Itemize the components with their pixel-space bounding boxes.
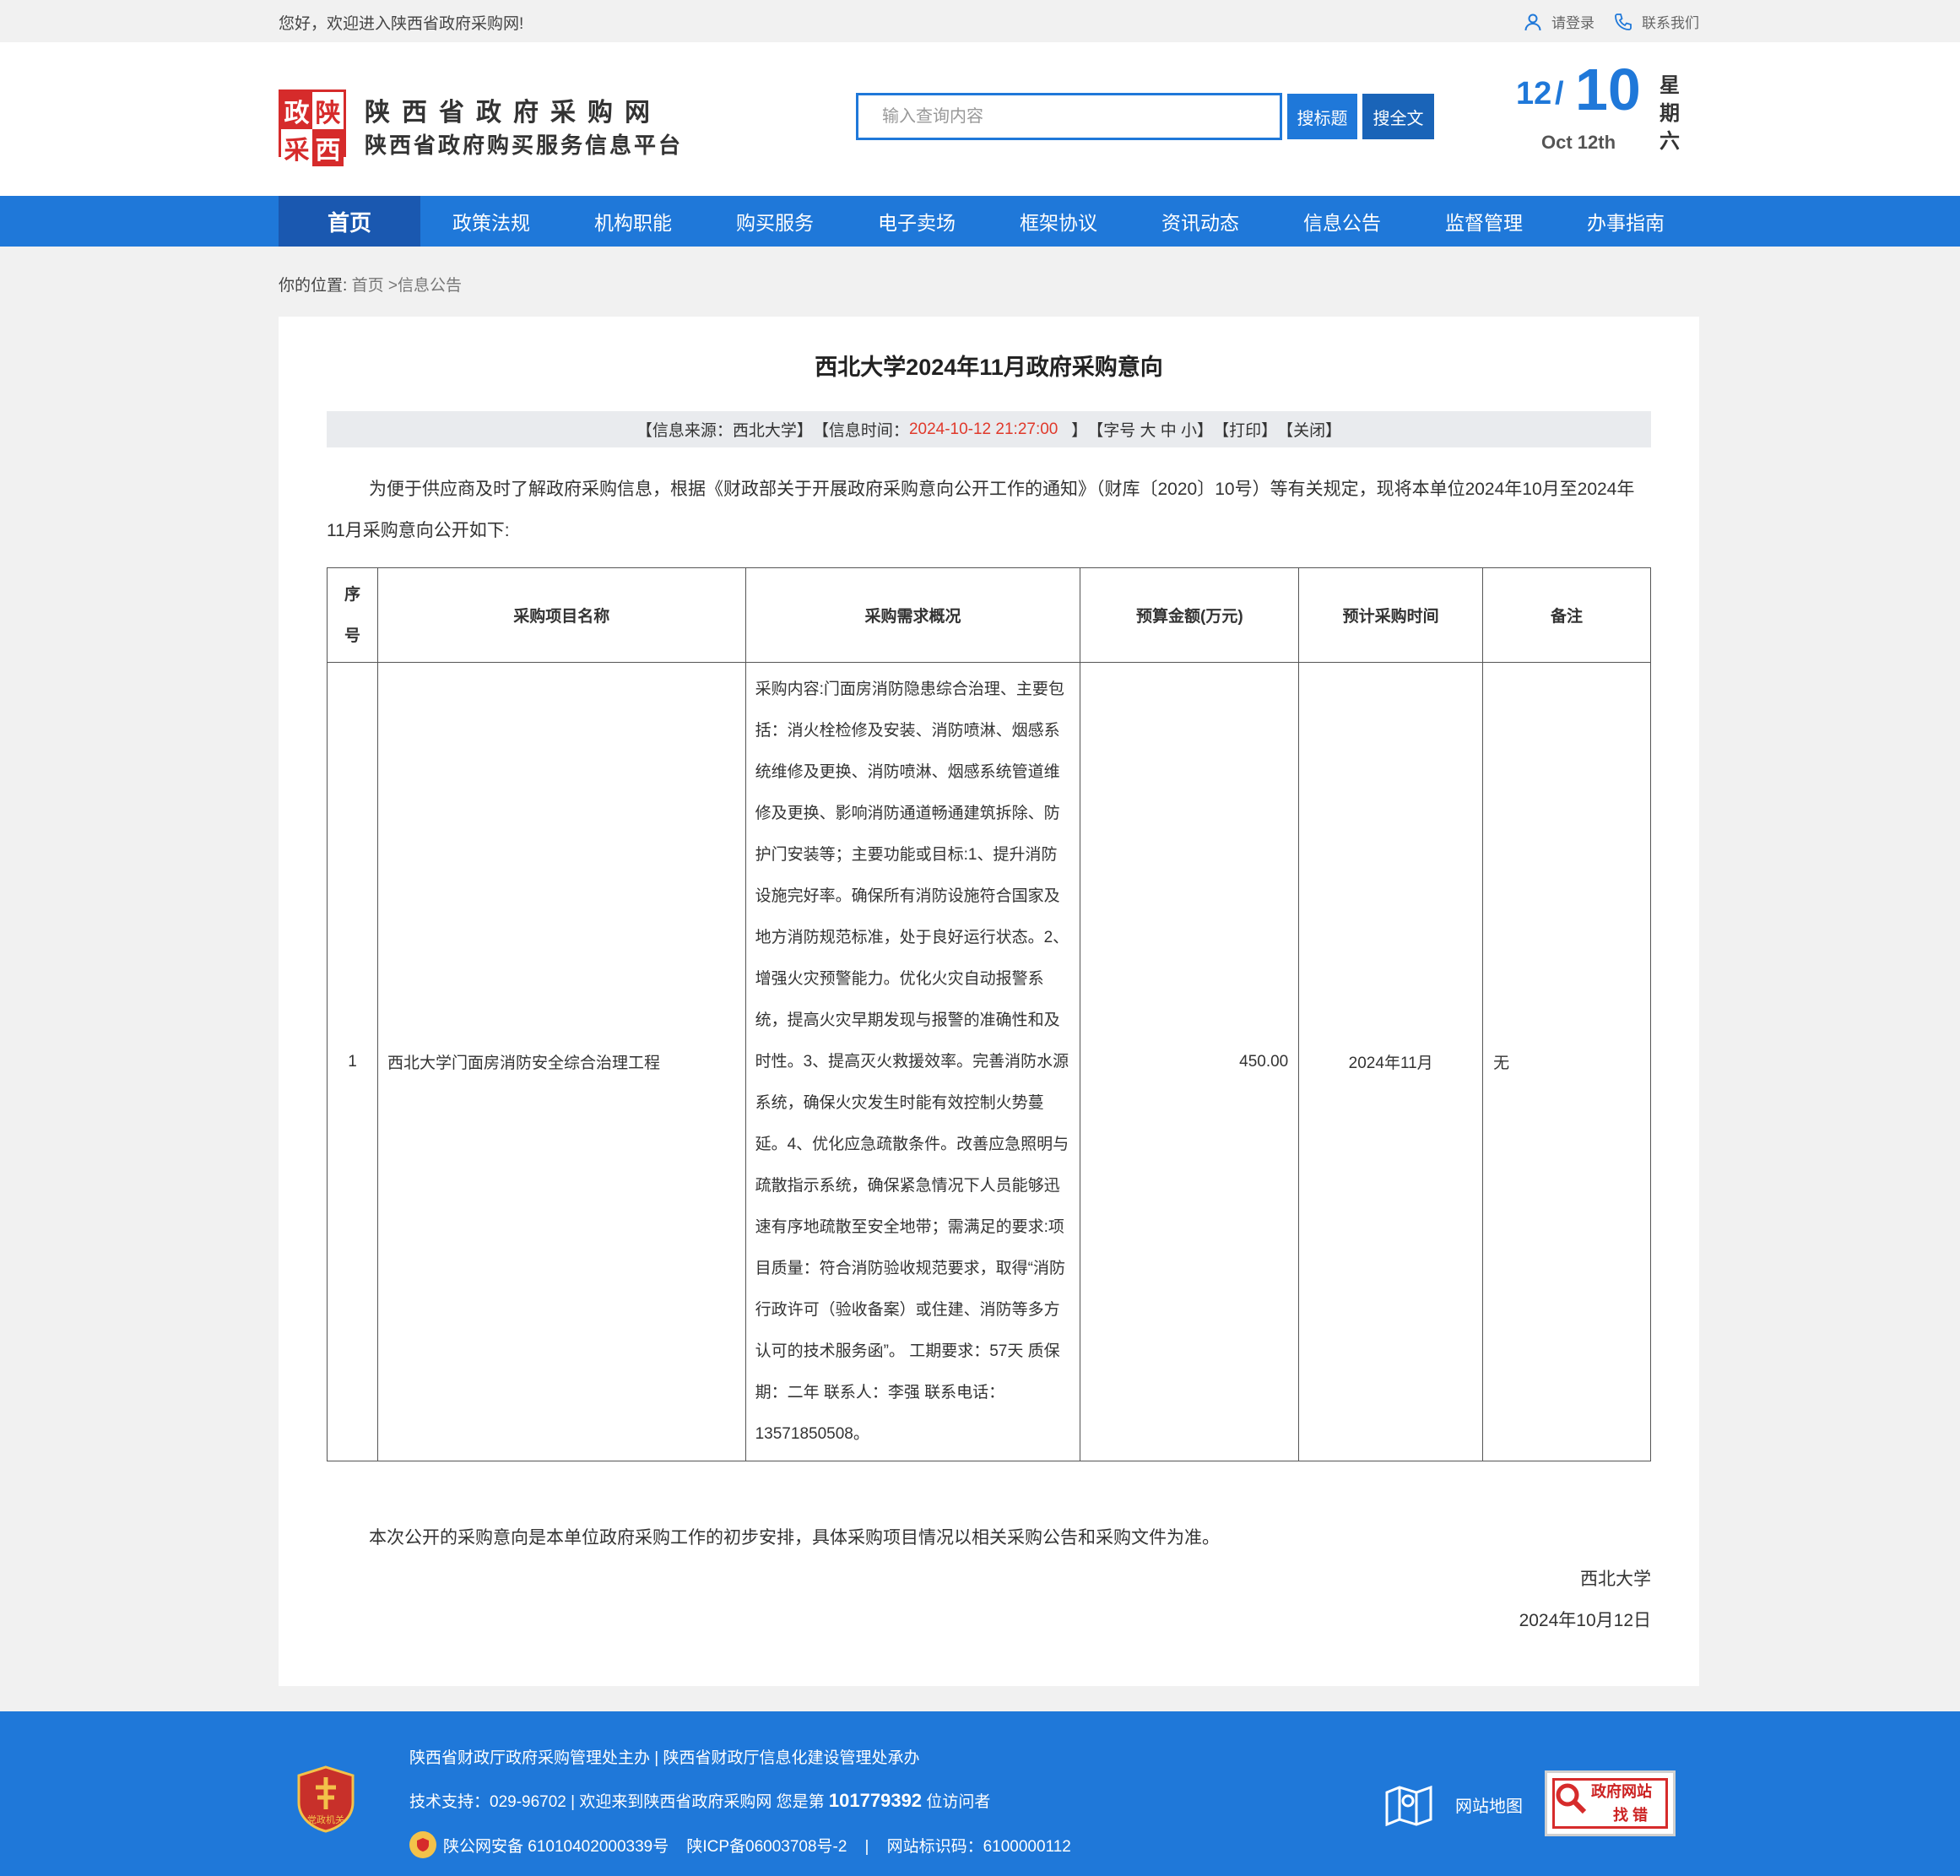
sitemap-icon[interactable]: [1384, 1782, 1433, 1826]
col-header-time: 预计采购时间: [1298, 567, 1484, 663]
weekday-char: 星: [1660, 74, 1680, 97]
magnifier-icon: [1556, 1783, 1587, 1814]
weekday-char: 六: [1660, 130, 1680, 153]
nav-item-framework[interactable]: 框架协议: [988, 196, 1129, 247]
article-info-bar: 【信息来源：西北大学】 【信息时间： 2024-10-12 21:27:00 】 …: [327, 411, 1651, 447]
contact-label: 联系我们: [1642, 15, 1699, 31]
sitemap-link[interactable]: 网站地图: [1455, 1792, 1523, 1817]
logo-char: 采: [281, 129, 312, 166]
table-row: 1 西北大学门面房消防安全综合治理工程 采购内容:门面房消防隐患综合治理、主要包…: [327, 662, 1651, 1461]
cell-desc: 采购内容:门面房消防隐患综合治理、主要包括：消火栓检修及安装、消防喷淋、烟感系统…: [744, 662, 1081, 1461]
article-sign-date: 2024年10月12日: [1519, 1611, 1651, 1630]
breadcrumb: 你的位置: 首页 >信息公告: [279, 273, 462, 295]
site-subtitle: 陕西省政府购买服务信息平台: [365, 133, 684, 158]
nav-item-home[interactable]: 首页: [279, 196, 420, 247]
info-time-value: 2024-10-12 21:27:00: [908, 420, 1059, 438]
table-header-row: 序号 采购项目名称 采购需求概况 预算金额(万元) 预计采购时间 备注: [327, 567, 1651, 663]
article-signer: 西北大学: [1580, 1570, 1651, 1589]
logo-char: 政: [281, 92, 312, 129]
date-month: 12: [1516, 76, 1552, 111]
visitor-count: 101779392: [828, 1790, 923, 1811]
col-header-budget: 预算金额(万元): [1080, 567, 1300, 663]
welcome-text: 您好，欢迎进入陕西省政府采购网!: [279, 15, 524, 33]
cell-time: 2024年11月: [1298, 662, 1484, 1461]
logo-char: 陕: [312, 92, 344, 129]
nav-item-agency[interactable]: 机构职能: [562, 196, 704, 247]
procurement-table: 序号 采购项目名称 采购需求概况 预算金额(万元) 预计采购时间 备注 1 西北…: [327, 567, 1651, 1461]
nav-item-purchase-service[interactable]: 购买服务: [704, 196, 846, 247]
col-header-note: 备注: [1482, 567, 1651, 663]
search-title-button[interactable]: 搜标题: [1287, 94, 1357, 139]
footer-record: 陕公网安备 61010402000339号 陕ICP备06003708号-2 |…: [409, 1831, 1071, 1858]
article-intro: 为便于供应商及时了解政府采购信息，根据《财政部关于开展政府采购意向公开工作的通知…: [327, 480, 1635, 540]
search-fulltext-button[interactable]: 搜全文: [1362, 94, 1434, 139]
article-title: 西北大学2024年11月政府采购意向: [815, 355, 1163, 380]
date-slash: /: [1555, 76, 1564, 111]
footer: 党政机关 陕西省财政厅政府采购管理处主办 | 陕西省财政厅信息化建设管理处承办 …: [0, 1711, 1960, 1876]
site-name: 陕西省政府采购网: [365, 99, 662, 127]
party-government-badge-icon[interactable]: 党政机关: [295, 1765, 356, 1833]
date-english: Oct 12th: [1541, 132, 1616, 153]
date-weekday: 星 期 六: [1659, 72, 1681, 155]
nav-item-guide[interactable]: 办事指南: [1555, 196, 1697, 247]
login-label: 请登录: [1551, 15, 1595, 31]
breadcrumb-home-link[interactable]: 首页: [352, 277, 384, 295]
footer-organizer: 陕西省财政厅政府采购管理处主办 | 陕西省财政厅信息化建设管理处承办: [409, 1749, 920, 1767]
badge-text: 党政机关: [307, 1814, 344, 1825]
footer-support-suffix: 位访问者: [922, 1793, 991, 1811]
site-logo[interactable]: 政 陕 采 西: [279, 89, 346, 166]
date-day: 10: [1575, 57, 1641, 122]
nav-item-announcements[interactable]: 信息公告: [1271, 196, 1413, 247]
nav-item-e-mall[interactable]: 电子卖场: [846, 196, 988, 247]
footer-record-text[interactable]: 陕公网安备 61010402000339号 陕ICP备06003708号-2 |…: [443, 1834, 1071, 1857]
main-nav: 首页 政策法规 机构职能 购买服务 电子卖场 框架协议 资讯动态 信息公告 监督…: [0, 196, 1960, 247]
nav-item-supervision[interactable]: 监督管理: [1413, 196, 1555, 247]
error-report-title: 政府网站: [1591, 1783, 1652, 1800]
footer-support: 技术支持：029-96702 | 欢迎来到陕西省政府采购网 您是第 101779…: [409, 1789, 990, 1812]
cell-name: 西北大学门面房消防安全综合治理工程: [376, 662, 746, 1461]
search-input[interactable]: [856, 93, 1282, 140]
top-bar: 您好，欢迎进入陕西省政府采购网! 请登录 联系我们: [0, 0, 1960, 42]
print-button[interactable]: 【打印】: [1213, 418, 1277, 441]
weekday-char: 期: [1660, 102, 1680, 125]
article-panel: 西北大学2024年11月政府采购意向 【信息来源：西北大学】 【信息时间： 202…: [279, 317, 1699, 1686]
error-report-subtitle: 找 错: [1613, 1807, 1649, 1824]
col-header-seq: 序号: [327, 567, 378, 663]
top-links: 请登录 联系我们: [1523, 11, 1699, 32]
phone-icon: [1615, 13, 1632, 30]
nav-item-policy[interactable]: 政策法规: [420, 196, 562, 247]
article-note: 本次公开的采购意向是本单位政府采购工作的初步安排，具体采购项目情况以相关采购公告…: [369, 1528, 1220, 1548]
breadcrumb-label: 你的位置:: [279, 277, 348, 295]
info-source: 【信息来源：西北大学】: [636, 422, 813, 440]
close-button[interactable]: 【关闭】: [1277, 418, 1341, 441]
header: 政 陕 采 西 陕西省政府采购网 陕西省政府购买服务信息平台 搜标题 搜全文 1…: [0, 42, 1960, 196]
contact-link[interactable]: 联系我们: [1613, 11, 1699, 32]
cell-budget: 450.00: [1080, 662, 1300, 1461]
cell-note: 无: [1482, 662, 1651, 1461]
footer-support-text: 技术支持：029-96702 | 欢迎来到陕西省政府采购网 您是第: [409, 1793, 829, 1811]
gov-site-error-report[interactable]: 政府网站 找 错: [1545, 1770, 1676, 1836]
police-badge-icon: [409, 1831, 436, 1858]
info-time-end: 】: [1058, 422, 1088, 440]
breadcrumb-current[interactable]: >信息公告: [384, 277, 462, 295]
nav-item-news[interactable]: 资讯动态: [1129, 196, 1271, 247]
info-time-label: 【信息时间：: [812, 422, 909, 440]
user-icon: [1524, 14, 1541, 30]
font-size-control[interactable]: 【字号 大 中 小】: [1087, 418, 1213, 441]
col-header-desc: 采购需求概况: [744, 567, 1081, 663]
col-header-name: 采购项目名称: [376, 567, 746, 663]
cell-seq: 1: [327, 662, 378, 1461]
login-link[interactable]: 请登录: [1523, 11, 1595, 32]
logo-char: 西: [312, 129, 344, 166]
